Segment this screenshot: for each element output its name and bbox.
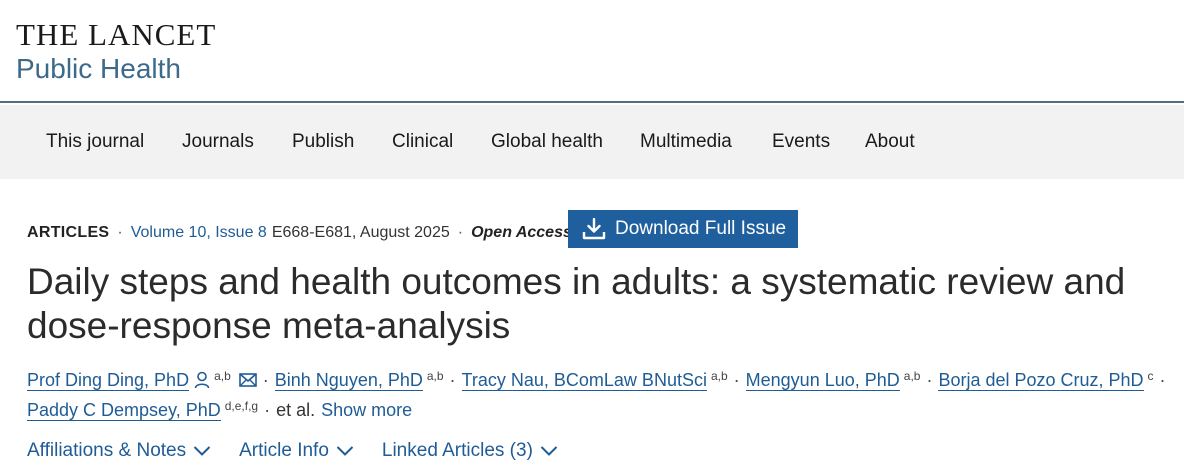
nav-item-multimedia[interactable]: Multimedia bbox=[640, 129, 732, 155]
tab-affiliations-notes[interactable]: Affiliations & Notes bbox=[27, 440, 211, 462]
article-meta: ARTICLES · Volume 10, Issue 8 E668-E681,… bbox=[27, 221, 572, 245]
author-name[interactable]: Mengyun Luo, PhD bbox=[745, 370, 900, 391]
nav-item-events[interactable]: Events bbox=[772, 129, 830, 155]
chevron-down-icon bbox=[193, 446, 211, 456]
show-more-link[interactable]: Show more bbox=[321, 395, 412, 425]
main-nav: This journal Journals Publish Clinical G… bbox=[0, 105, 1184, 179]
chevron-down-icon bbox=[540, 446, 558, 456]
download-button-label: Download Full Issue bbox=[615, 218, 787, 239]
author-affiliation: a,b bbox=[426, 369, 444, 383]
nav-item-about[interactable]: About bbox=[865, 129, 915, 155]
author-affiliation: a,b bbox=[214, 369, 231, 383]
volume-issue-link[interactable]: Volume 10, Issue 8 bbox=[131, 224, 267, 242]
author-line: Prof Ding Ding, PhD a,b · Binh Nguyen, P… bbox=[27, 365, 1167, 395]
separator-dot: · bbox=[264, 400, 271, 420]
author-affiliation: a,b bbox=[710, 369, 728, 383]
author-name[interactable]: Binh Nguyen, PhD bbox=[274, 370, 423, 391]
article-tabs: Affiliations & Notes Article Info Linked… bbox=[27, 437, 586, 465]
journal-logo-line2[interactable]: Public Health bbox=[16, 52, 181, 86]
author-affiliation: d,e,f,g bbox=[224, 399, 259, 413]
tab-article-info[interactable]: Article Info bbox=[239, 440, 354, 462]
nav-item-journals[interactable]: Journals bbox=[182, 129, 254, 155]
author-line: Paddy C Dempsey, PhD d,e,f,g · et al. Sh… bbox=[27, 395, 1167, 425]
masthead: THE LANCET Public Health bbox=[0, 0, 1184, 103]
separator-dot: · bbox=[733, 370, 740, 390]
journal-logo-line1[interactable]: THE LANCET bbox=[16, 18, 216, 52]
tab-label: Affiliations & Notes bbox=[27, 440, 187, 461]
person-icon[interactable] bbox=[194, 371, 210, 389]
download-full-issue-button[interactable]: Download Full Issue bbox=[568, 210, 798, 248]
author-affiliation: c bbox=[1147, 369, 1154, 383]
nav-item-global-health[interactable]: Global health bbox=[491, 129, 603, 155]
author-name[interactable]: Borja del Pozo Cruz, PhD bbox=[938, 370, 1144, 391]
author-affiliation: a,b bbox=[903, 369, 921, 383]
nav-item-this-journal[interactable]: This journal bbox=[46, 129, 144, 155]
article-type: ARTICLES bbox=[27, 224, 110, 241]
separator-dot: · bbox=[262, 370, 269, 390]
author-name[interactable]: Paddy C Dempsey, PhD bbox=[27, 400, 221, 421]
et-al-text: et al. bbox=[276, 400, 316, 420]
chevron-down-icon bbox=[336, 446, 354, 456]
separator-dot: · bbox=[457, 224, 464, 241]
article-title: Daily steps and health outcomes in adult… bbox=[27, 261, 1126, 346]
author-name[interactable]: Tracy Nau, BComLaw BNutSci bbox=[461, 370, 707, 391]
nav-item-publish[interactable]: Publish bbox=[292, 129, 354, 155]
separator-dot: · bbox=[117, 224, 123, 241]
author-list: Prof Ding Ding, PhD a,b · Binh Nguyen, P… bbox=[27, 365, 1167, 425]
separator-dot: · bbox=[1159, 370, 1166, 390]
email-icon[interactable] bbox=[238, 372, 257, 388]
separator-dot: · bbox=[926, 370, 933, 390]
tab-label: Linked Articles (3) bbox=[381, 440, 533, 461]
tab-linked-articles[interactable]: Linked Articles (3) bbox=[382, 440, 558, 462]
nav-item-clinical[interactable]: Clinical bbox=[392, 129, 453, 155]
open-access-label: Open Access bbox=[471, 224, 572, 241]
pages-date: E668-E681, August 2025 bbox=[271, 224, 450, 241]
download-icon bbox=[582, 218, 615, 240]
tab-label: Article Info bbox=[239, 440, 329, 461]
author-name[interactable]: Prof Ding Ding, PhD bbox=[27, 370, 190, 391]
separator-dot: · bbox=[449, 370, 456, 390]
